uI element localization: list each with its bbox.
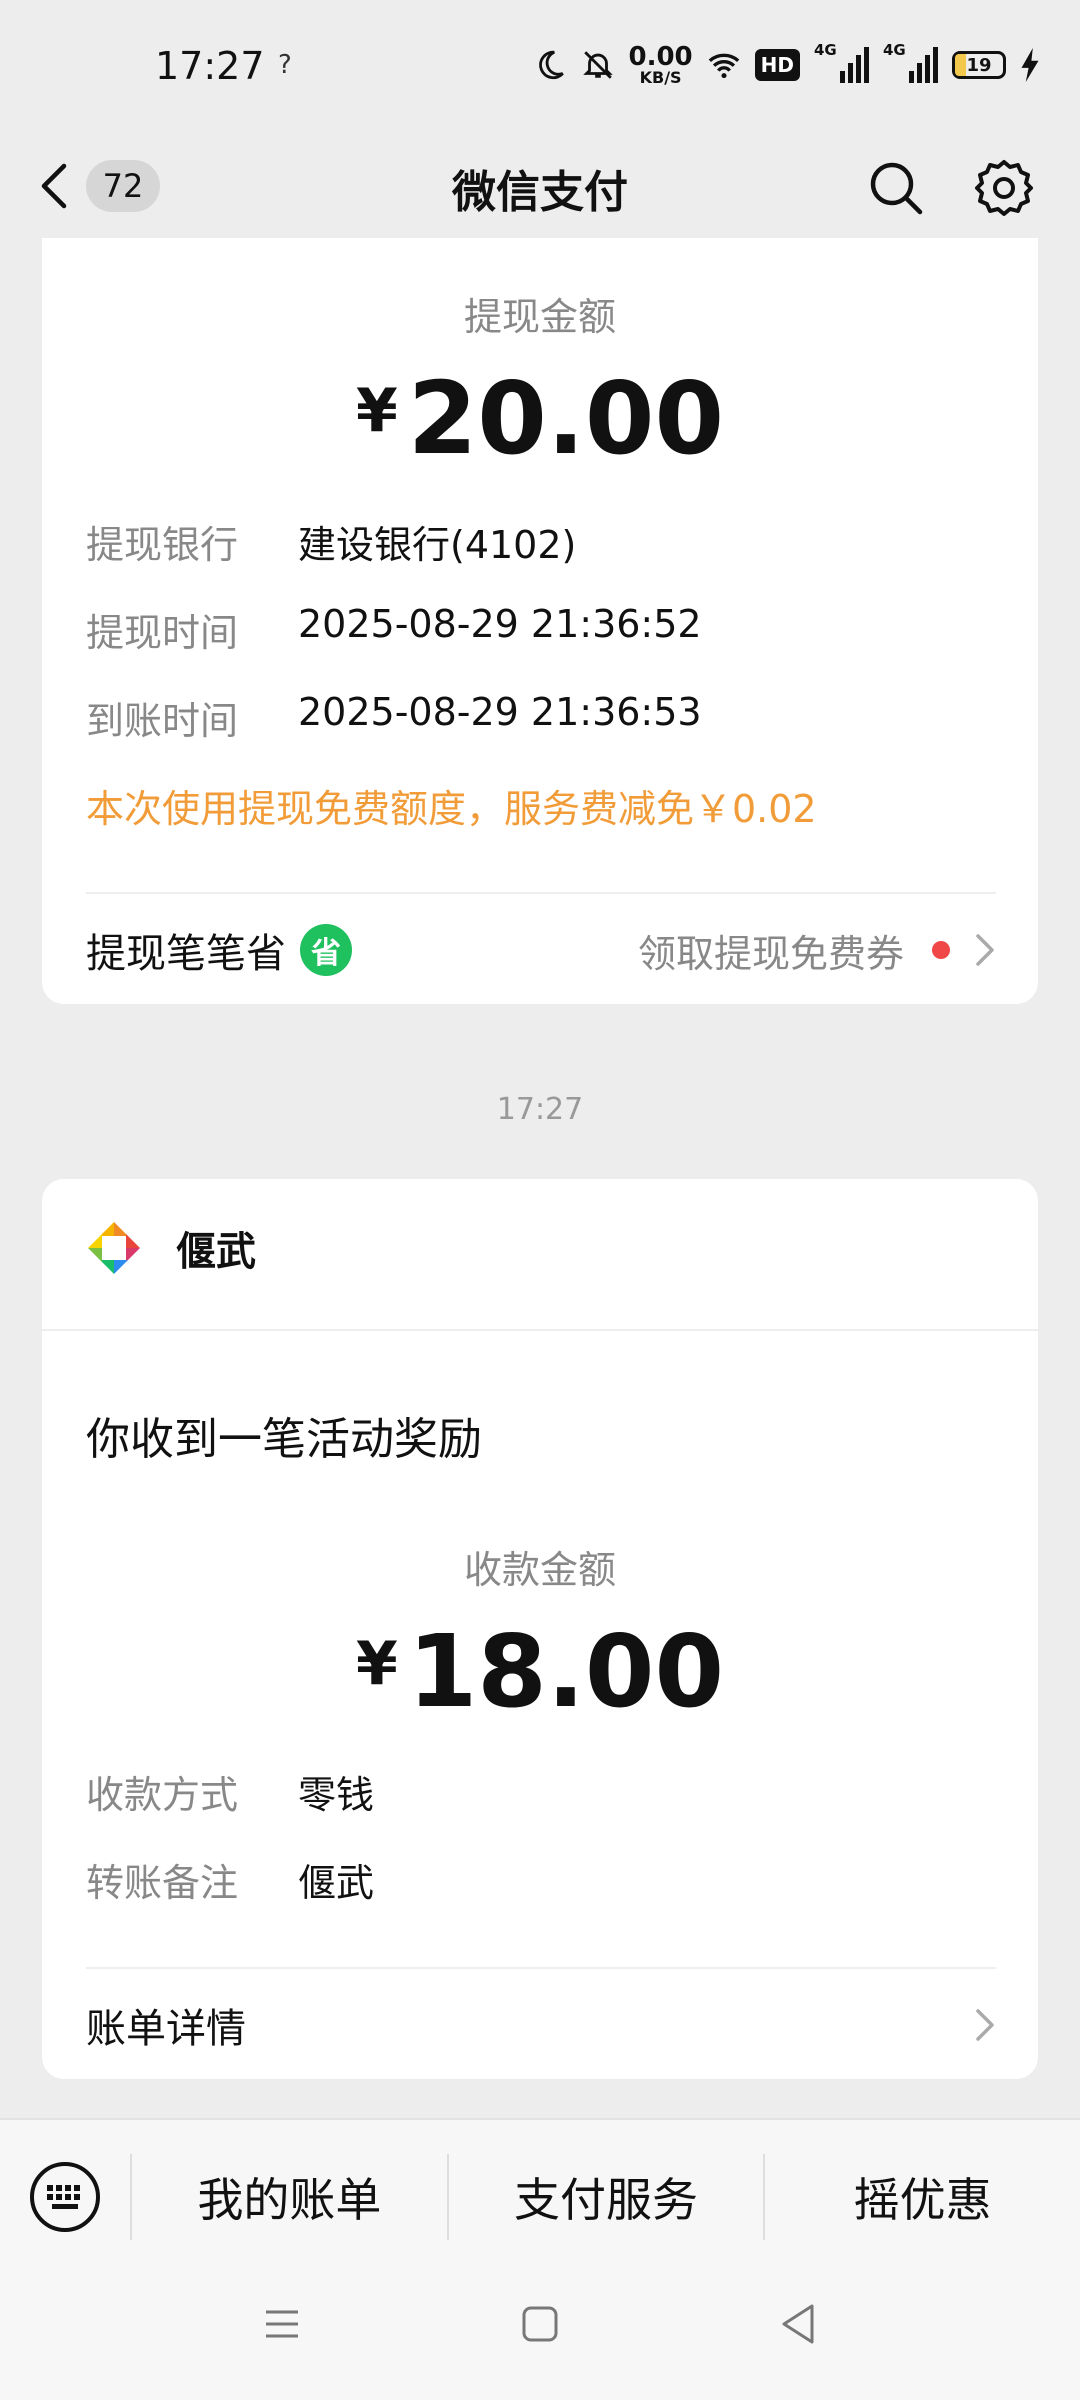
menu-tabs: 我的账单 支付服务 摇优惠	[130, 2154, 1080, 2240]
signal-sim2-icon: 4G	[883, 41, 938, 83]
received-amount: ¥18.00	[355, 1613, 725, 1730]
detail-row-arrival-time: 到账时间 2025-08-29 21:36:53	[86, 690, 702, 743]
system-nav-bar	[0, 2282, 1080, 2400]
divider	[86, 892, 996, 894]
message-timestamp: 17:27	[496, 1092, 584, 1127]
status-time: 17:27	[155, 44, 265, 88]
search-icon[interactable]	[868, 160, 924, 216]
withdraw-amount: ¥20.00	[355, 360, 725, 477]
detail-row-remark: 转账备注 偃武	[86, 1861, 375, 1905]
merchant-logo-icon	[88, 1222, 140, 1274]
withdraw-savings-row[interactable]: 提现笔笔省 省 领取提现免费券	[86, 920, 996, 980]
status-bar: 17:27 ? 0.00 KB/S HD 4G 4G 19	[0, 0, 1080, 130]
signal-sim1-icon: 4G	[814, 41, 869, 83]
red-dot-badge	[932, 941, 950, 959]
detail-row-method: 收款方式 零钱	[86, 1773, 375, 1817]
bottom-menu-bar: 我的账单 支付服务 摇优惠	[0, 2118, 1080, 2282]
bill-details-row[interactable]: 账单详情	[86, 1995, 996, 2055]
chevron-right-icon	[976, 934, 994, 966]
net-speed: 0.00 KB/S	[628, 42, 693, 87]
hd-icon: HD	[754, 49, 800, 81]
menu-my-bills[interactable]: 我的账单	[130, 2154, 447, 2240]
get-free-coupon-link[interactable]: 领取提现免费券	[638, 923, 996, 978]
charging-icon	[1021, 48, 1039, 82]
battery-icon: 19	[952, 51, 1006, 79]
fee-waiver-note: 本次使用提现免费额度，服务费减免￥0.02	[86, 787, 817, 831]
no-signal-icon: ?	[278, 50, 292, 80]
savings-label: 提现笔笔省	[86, 931, 286, 977]
withdraw-amount-label: 提现金额	[463, 295, 616, 339]
merchant-header[interactable]: 偃武	[86, 1219, 256, 1277]
wifi-icon	[708, 53, 739, 79]
gear-icon[interactable]	[974, 158, 1034, 218]
top-nav-bar: 72 微信支付	[0, 130, 1080, 240]
nav-home-icon[interactable]	[520, 2304, 560, 2344]
bill-details-label: 账单详情	[86, 2006, 246, 2052]
moon-icon	[538, 50, 564, 80]
detail-row-withdraw-time: 提现时间 2025-08-29 21:36:52	[86, 602, 702, 655]
nav-back-icon[interactable]	[778, 2302, 818, 2346]
savings-badge-icon: 省	[300, 924, 352, 976]
reward-card[interactable]: 偃武 你收到一笔活动奖励 收款金额 ¥18.00 收款方式 零钱 转账备注 偃武 账…	[42, 1179, 1038, 2079]
reward-title: 你收到一笔活动奖励	[86, 1414, 482, 1465]
received-amount-label: 收款金额	[463, 1548, 616, 1592]
divider	[86, 1967, 996, 1969]
mute-bell-icon	[582, 51, 613, 79]
menu-payment-services[interactable]: 支付服务	[446, 2154, 764, 2240]
status-icons: 0.00 KB/S HD 4G 4G 19	[533, 40, 1041, 90]
nav-menu-icon[interactable]	[262, 2304, 302, 2344]
divider	[42, 1329, 1038, 1331]
chevron-right-icon	[976, 2009, 994, 2041]
menu-shake-offers[interactable]: 摇优惠	[763, 2154, 1080, 2240]
keyboard-icon[interactable]	[28, 2160, 102, 2234]
merchant-name: 偃武	[176, 1229, 256, 1275]
withdraw-card[interactable]: 提现金额 ¥20.00 提现银行 建设银行(4102) 提现时间 2025-08-2…	[42, 238, 1038, 1004]
detail-row-bank: 提现银行 建设银行(4102)	[86, 523, 577, 567]
